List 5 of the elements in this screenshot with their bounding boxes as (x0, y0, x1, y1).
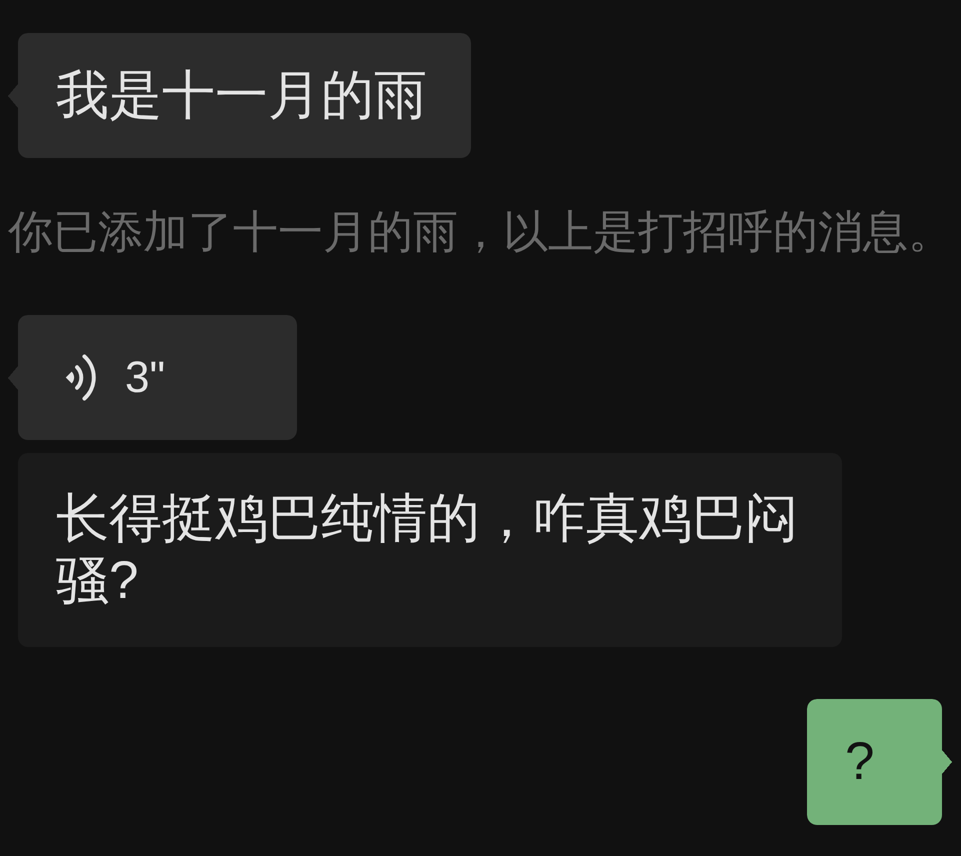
message-bubble: ? (807, 699, 952, 825)
transcript-bubble: 长得挺鸡巴纯情的，咋真鸡巴闷骚? (18, 453, 842, 647)
message-bubble: 我是十一月的雨 (8, 33, 471, 158)
system-notice: 你已添加了十一月的雨，以上是打招呼的消息。 (7, 205, 954, 259)
voice-message-bubble[interactable]: 3" (8, 315, 297, 440)
